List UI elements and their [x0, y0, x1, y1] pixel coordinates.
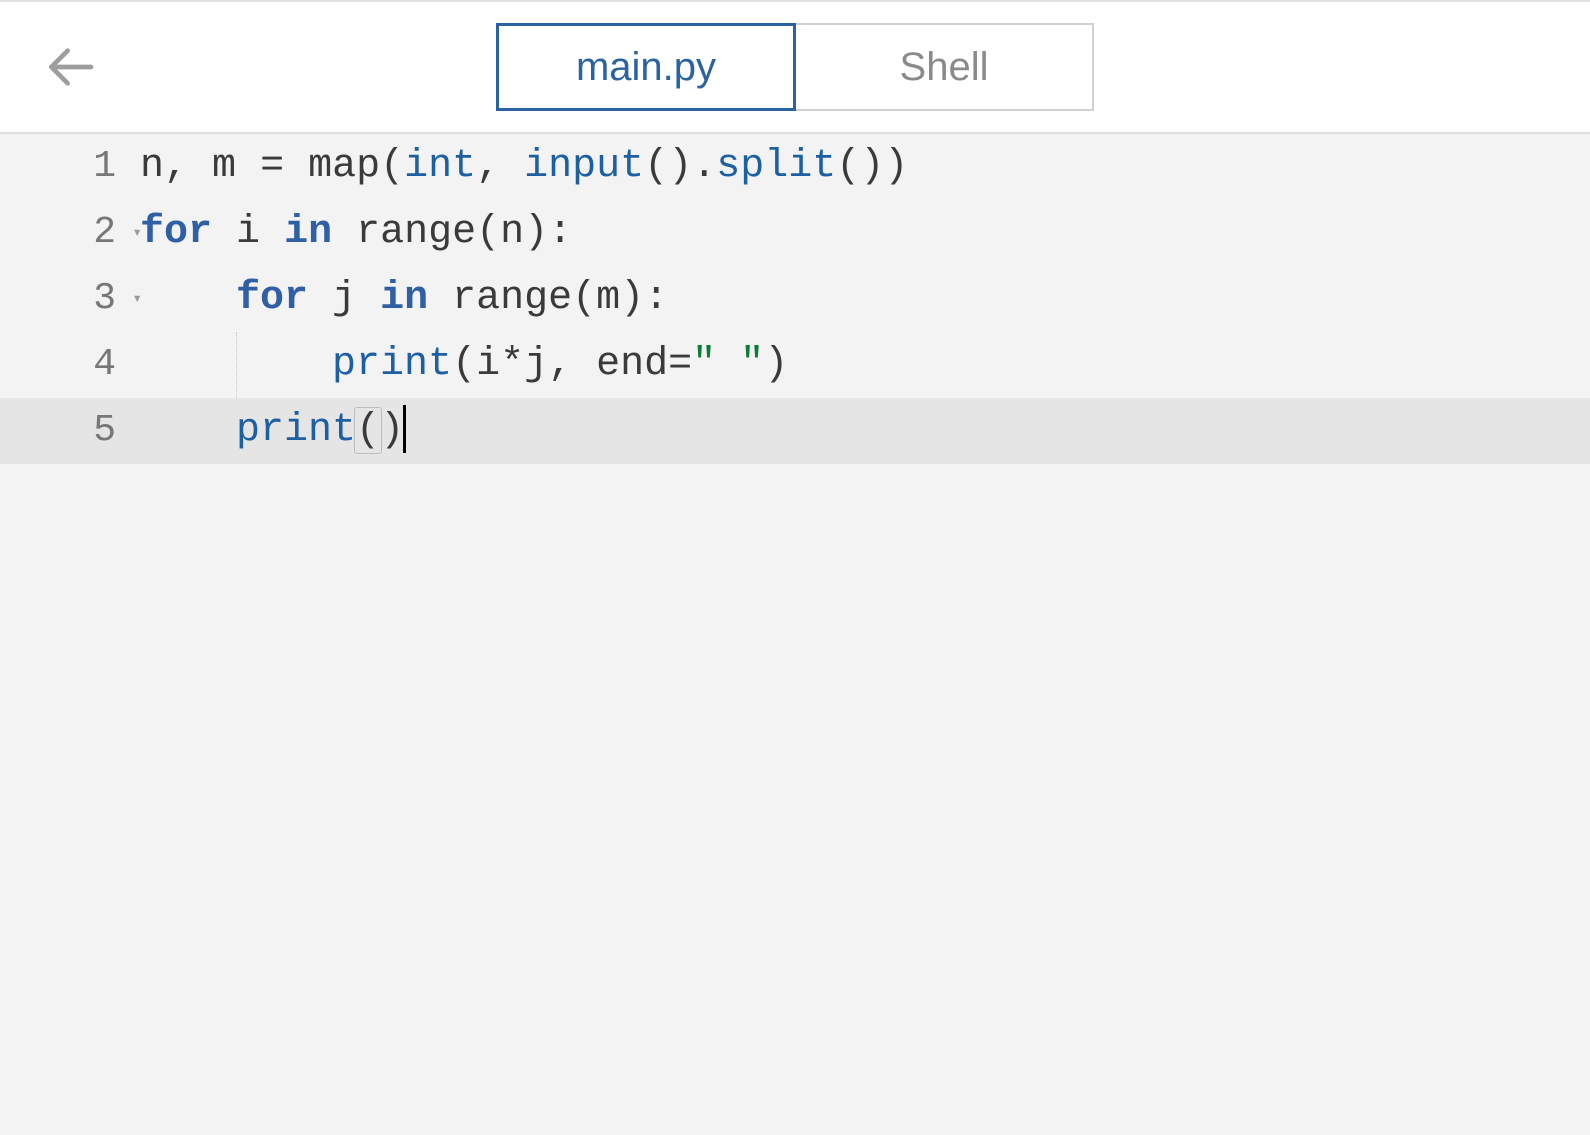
token-id: n — [140, 144, 164, 189]
code-line[interactable]: 5 print() — [0, 398, 1590, 464]
token-pn — [284, 144, 308, 189]
token-pn: : — [548, 210, 572, 255]
token-bi: range — [356, 210, 476, 255]
token-pn — [260, 210, 284, 255]
token-fn: print — [332, 342, 452, 387]
token-pn: ) — [524, 210, 548, 255]
tab-label: main.py — [576, 45, 716, 90]
token-id: end — [596, 342, 668, 387]
code-content[interactable]: for i in range(n): — [126, 200, 1590, 266]
code-content[interactable]: print(i*j, end=" ") — [126, 332, 1590, 398]
token-bi: map — [308, 144, 380, 189]
token-pn: , — [164, 144, 212, 189]
token-pn: , — [476, 144, 524, 189]
token-kw: for — [236, 276, 308, 321]
token-op: = — [260, 144, 284, 189]
arrow-left-icon — [42, 39, 98, 95]
token-id: j — [332, 276, 356, 321]
token-pn: ( — [452, 342, 476, 387]
tab-main-py[interactable]: main.py — [496, 23, 796, 111]
gutter-line-number[interactable]: 4 — [0, 332, 126, 398]
token-pn: . — [692, 144, 716, 189]
tab-label: Shell — [900, 45, 989, 90]
token-pn: , — [548, 342, 596, 387]
tab-bar: main.py Shell — [496, 23, 1094, 111]
token-pn — [236, 144, 260, 189]
token-pn: ( — [380, 144, 404, 189]
token-id: m — [212, 144, 236, 189]
token-pn — [356, 276, 380, 321]
code-line[interactable]: 3▾ for j in range(m): — [0, 266, 1590, 332]
token-pn — [308, 276, 332, 321]
token-id: n — [500, 210, 524, 255]
code-content[interactable]: print() — [126, 398, 1590, 464]
token-str: " " — [692, 342, 764, 387]
token-op: = — [668, 342, 692, 387]
token-pn: ) — [620, 276, 644, 321]
token-kw: in — [380, 276, 428, 321]
token-id: j — [524, 342, 548, 387]
token-id: i — [476, 342, 500, 387]
token-pn: ) — [380, 408, 404, 453]
code-line[interactable]: 2▾for i in range(n): — [0, 200, 1590, 266]
gutter-line-number[interactable]: 1 — [0, 134, 126, 200]
header-bar: main.py Shell — [0, 0, 1590, 134]
token-pn: ( — [476, 210, 500, 255]
token-fn: input — [524, 144, 644, 189]
token-fn: int — [404, 144, 476, 189]
token-pn: ) — [764, 342, 788, 387]
token-fn: split — [716, 144, 836, 189]
gutter-line-number[interactable]: 5 — [0, 398, 126, 464]
code-content[interactable]: for j in range(m): — [126, 266, 1590, 332]
token-pn: ()) — [836, 144, 908, 189]
token-bi: range — [452, 276, 572, 321]
tab-shell[interactable]: Shell — [794, 23, 1094, 111]
code-content[interactable]: n, m = map(int, input().split()) — [126, 134, 1590, 200]
indent-guide — [236, 332, 237, 398]
back-button[interactable] — [40, 37, 100, 97]
token-op: * — [500, 342, 524, 387]
token-pn — [332, 210, 356, 255]
token-pn — [428, 276, 452, 321]
token-pn: () — [644, 144, 692, 189]
token-fn: print — [236, 408, 356, 453]
token-pn — [212, 210, 236, 255]
code-editor[interactable]: 1n, m = map(int, input().split())2▾for i… — [0, 134, 1590, 1135]
app-root: main.py Shell 1n, m = map(int, input().s… — [0, 0, 1590, 1135]
token-pn: : — [644, 276, 668, 321]
token-kw: in — [284, 210, 332, 255]
gutter-line-number[interactable]: 3▾ — [0, 266, 126, 332]
token-id: m — [596, 276, 620, 321]
token-kw: for — [140, 210, 212, 255]
gutter-line-number[interactable]: 2▾ — [0, 200, 126, 266]
text-cursor — [403, 405, 406, 453]
code-line[interactable]: 4 print(i*j, end=" ") — [0, 332, 1590, 398]
code-line[interactable]: 1n, m = map(int, input().split()) — [0, 134, 1590, 200]
token-pn: ( — [355, 408, 381, 453]
token-id: i — [236, 210, 260, 255]
token-pn: ( — [572, 276, 596, 321]
